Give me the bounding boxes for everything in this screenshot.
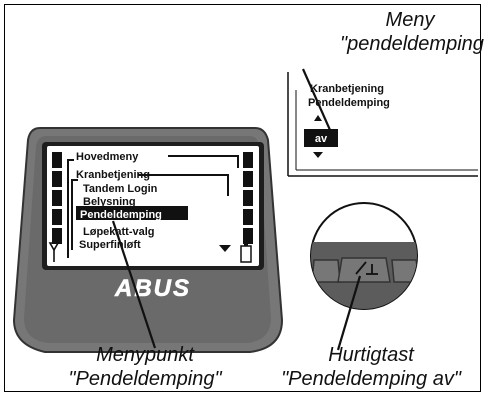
diagram-graphics: Hovedmeny Kranbetjening Tandem Login Bel… [12,68,478,353]
callout-menu-item: Menypunkt "Pendeldemping" [40,343,250,391]
zoom-value: av [315,133,328,145]
callout-menu: Meny "pendeldemping" [340,8,485,56]
callout-menu-item-line2: "Pendeldemping" [68,368,222,390]
callout-menu-line1: Meny [385,9,435,31]
scroll-down-arrow-icon [313,152,323,158]
scroll-up-arrow-icon [314,115,322,121]
menu-item: Superfinløft [79,239,141,251]
callout-menu-line2: "pendeldemping" [340,33,485,55]
callout-shortcut-line2: "Pendeldemping av" [281,368,461,390]
display-screen: Hovedmeny Kranbetjening Tandem Login Bel… [42,142,264,270]
softkey-zoom-circle [310,202,418,310]
callout-shortcut-key: Hurtigtast "Pendeldemping av" [262,343,480,391]
menu-item-selected: Pendeldemping [80,209,162,221]
zoom-line1: Kranbetjening [310,83,384,95]
menu-zoom-panel: Kranbetjening Pendeldemping av [287,72,478,177]
right-segment-bar [243,152,253,244]
callout-shortcut-line1: Hurtigtast [328,344,414,366]
display-submenu: Kranbetjening [76,169,150,181]
abus-logo: ABUS [114,275,191,302]
menu-item: Belysning [83,196,136,208]
display-title: Hovedmeny [76,151,139,163]
menu-item: Tandem Login [83,183,158,195]
diagram: Hovedmeny Kranbetjening Tandem Login Bel… [0,0,485,396]
left-segment-bar [52,152,62,244]
callout-menu-item-line1: Menypunkt [96,344,194,366]
